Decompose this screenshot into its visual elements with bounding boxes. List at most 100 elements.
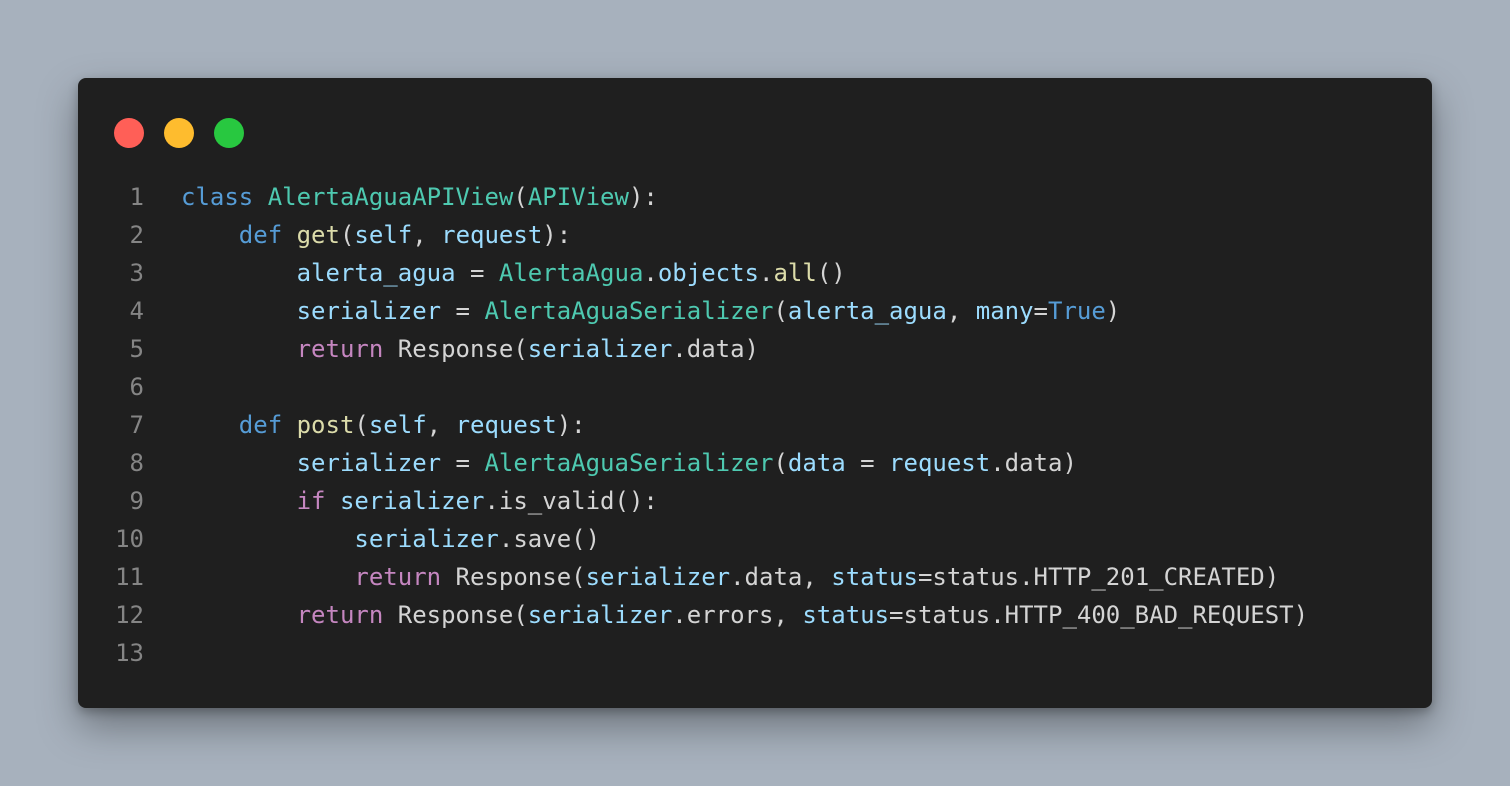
code-token: True — [1048, 297, 1106, 325]
line-code: class AlertaAguaAPIView(APIView): — [181, 178, 658, 216]
code-token: ( — [773, 449, 788, 477]
line-number: 2 — [129, 221, 144, 249]
code-token: ): — [542, 221, 572, 249]
maximize-dot[interactable] — [214, 118, 244, 148]
code-token: serializer — [354, 525, 499, 553]
code-token: Response( — [383, 335, 528, 363]
code-token: status — [831, 563, 918, 591]
line-code: return Response(serializer.data) — [181, 330, 759, 368]
code-line: 11 return Response(serializer.data, stat… — [78, 558, 1432, 596]
code-token: Response( — [441, 563, 586, 591]
code-line: 7 def post(self, request): — [78, 406, 1432, 444]
code-token: .save() — [498, 525, 601, 553]
line-number: 6 — [129, 373, 144, 401]
close-dot[interactable] — [114, 118, 144, 148]
code-token: request — [889, 449, 991, 477]
line-code: serializer = AlertaAguaSerializer(alerta… — [181, 292, 1121, 330]
code-token: serializer — [339, 487, 485, 515]
code-token: return — [296, 601, 384, 629]
code-token: ( — [513, 183, 528, 211]
code-token: .data, — [730, 563, 832, 591]
code-token: post — [296, 411, 355, 439]
line-number: 10 — [115, 525, 144, 553]
code-token: ( — [773, 297, 788, 325]
code-token: = — [455, 259, 499, 287]
code-token: many — [975, 297, 1034, 325]
code-token: =status.HTTP_400_BAD_REQUEST) — [889, 601, 1309, 629]
code-token: request — [441, 221, 543, 249]
code-token: , — [426, 411, 456, 439]
code-token: Response( — [383, 601, 528, 629]
code-token: self — [354, 221, 413, 249]
code-token: .data) — [672, 335, 759, 363]
code-token: status — [802, 601, 890, 629]
code-token: return — [354, 563, 442, 591]
code-token: AlertaAguaAPIView — [267, 183, 514, 211]
code-token: def — [238, 411, 283, 439]
code-line: 12 return Response(serializer.errors, st… — [78, 596, 1432, 634]
code-line: 4 serializer = AlertaAguaSerializer(aler… — [78, 292, 1432, 330]
code-token: serializer — [527, 335, 673, 363]
code-token: , — [946, 297, 976, 325]
code-line: 13 — [78, 634, 1432, 672]
code-token: AlertaAgua — [498, 259, 644, 287]
code-token: APIView — [527, 183, 629, 211]
code-token: . — [759, 259, 774, 287]
code-token: if — [296, 487, 326, 515]
line-number: 7 — [129, 411, 144, 439]
code-line: 6 — [78, 368, 1432, 406]
code-token: self — [368, 411, 427, 439]
code-token: alerta_agua — [787, 297, 947, 325]
code-token: data — [787, 449, 846, 477]
code-line: 9 if serializer.is_valid(): — [78, 482, 1432, 520]
line-number: 11 — [115, 563, 144, 591]
minimize-dot[interactable] — [164, 118, 194, 148]
line-number: 12 — [115, 601, 144, 629]
code-token: = — [441, 297, 485, 325]
line-code: if serializer.is_valid(): — [181, 482, 658, 520]
line-code: def post(self, request): — [181, 406, 586, 444]
code-token: def — [238, 221, 283, 249]
code-line: 10 serializer.save() — [78, 520, 1432, 558]
code-block: 1 class AlertaAguaAPIView(APIView): 2 def … — [78, 178, 1432, 672]
code-line: 8 serializer = AlertaAguaSerializer(data… — [78, 444, 1432, 482]
line-code: def get(self, request): — [181, 216, 571, 254]
code-token: = — [1033, 297, 1048, 325]
code-token: ( — [339, 221, 355, 249]
code-token: return — [296, 335, 384, 363]
code-line: 3 alerta_agua = AlertaAgua.objects.all() — [78, 254, 1432, 292]
code-token: get — [296, 221, 340, 249]
code-line: 2 def get(self, request): — [78, 216, 1432, 254]
code-token: AlertaAguaSerializer — [484, 449, 774, 477]
code-token: , — [412, 221, 442, 249]
line-number: 1 — [129, 183, 144, 211]
code-token: ) — [1105, 297, 1121, 325]
code-token: ( — [354, 411, 369, 439]
code-token: = — [845, 449, 890, 477]
code-token: ): — [628, 183, 658, 211]
line-number: 8 — [129, 449, 144, 477]
code-token: serializer — [296, 297, 442, 325]
code-token: all — [773, 259, 817, 287]
code-line: 5 return Response(serializer.data) — [78, 330, 1432, 368]
code-token: serializer — [296, 449, 442, 477]
line-number: 9 — [129, 487, 144, 515]
line-number: 4 — [129, 297, 144, 325]
line-number: 3 — [129, 259, 144, 287]
code-token: . — [643, 259, 658, 287]
code-token: class — [181, 183, 254, 211]
code-token: .is_valid(): — [484, 487, 658, 515]
code-token: =status.HTTP_201_CREATED) — [917, 563, 1280, 591]
code-token: ): — [556, 411, 586, 439]
window-controls — [114, 118, 244, 148]
